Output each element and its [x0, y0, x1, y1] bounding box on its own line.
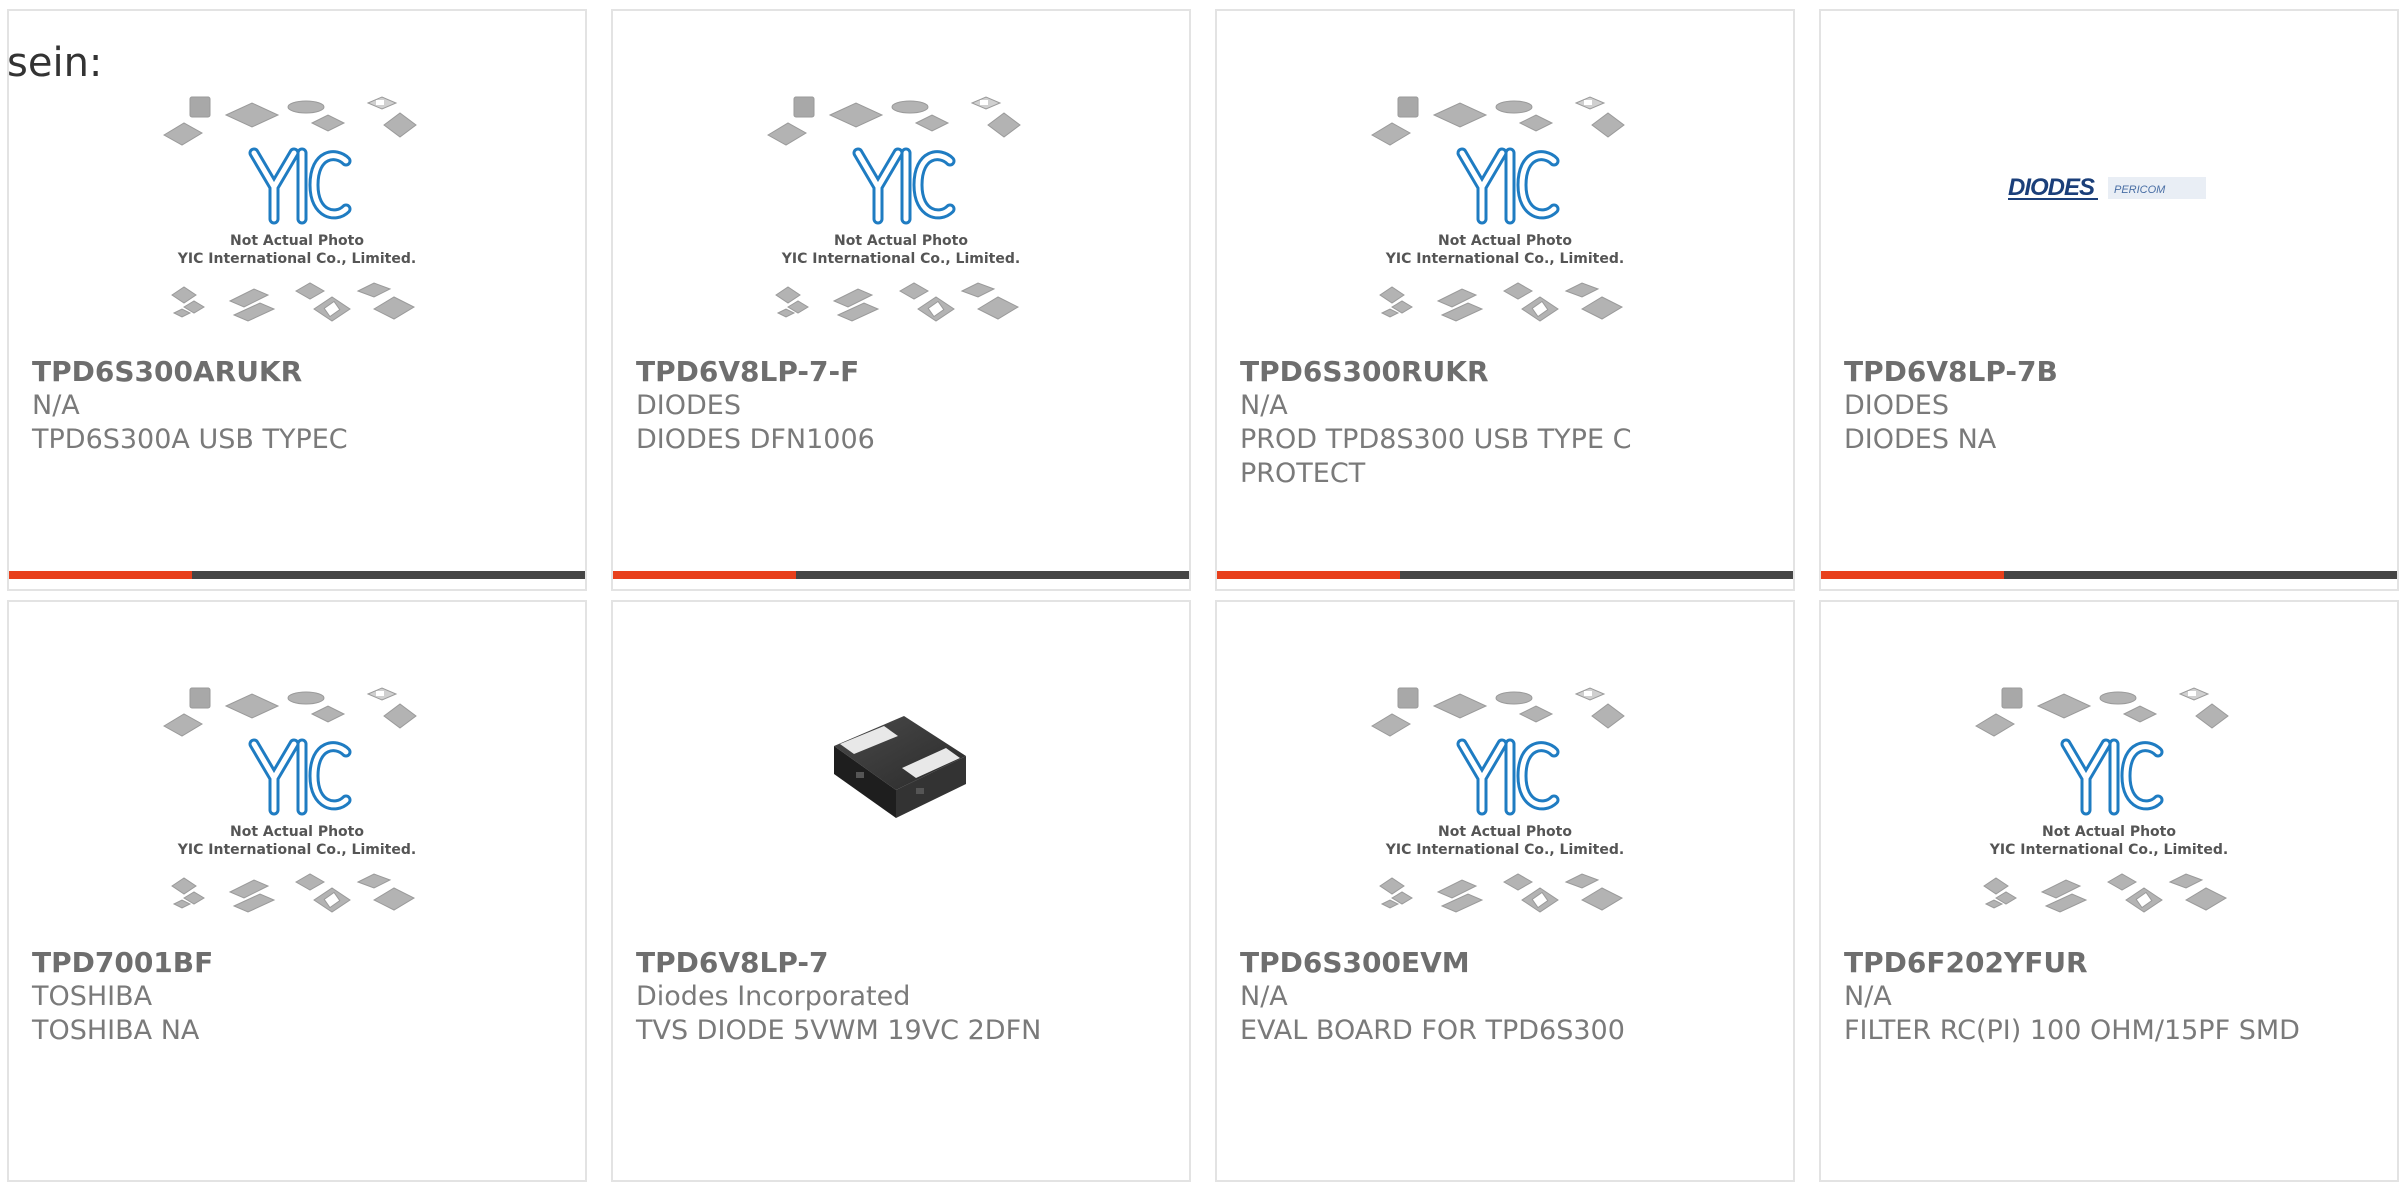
- product-image[interactable]: Not Actual Photo YIC International Co., …: [1217, 686, 1793, 946]
- product-info: TPD6V8LP-7B DIODES DIODES NA: [1844, 355, 2357, 457]
- not-actual-photo-placeholder: Not Actual Photo YIC International Co., …: [767, 96, 1021, 322]
- card-progress-accent: [1217, 571, 1400, 579]
- part-number-link[interactable]: TPD6S300ARUKR: [32, 355, 545, 389]
- svg-text:Not Actual Photo: Not Actual Photo: [2042, 824, 2176, 840]
- svg-text:Not Actual Photo: Not Actual Photo: [1438, 233, 1572, 249]
- not-actual-photo-placeholder: Not Actual Photo YIC International Co., …: [1371, 96, 1625, 322]
- svg-text:YIC International Co., Limited: YIC International Co., Limited.: [1385, 842, 1624, 858]
- product-card[interactable]: Not Actual Photo YIC International Co., …: [1819, 600, 2399, 1182]
- product-info: TPD6V8LP-7-F DIODES DIODES DFN1006: [636, 355, 1149, 457]
- product-image[interactable]: DIODES PERICOM: [1821, 95, 2397, 355]
- svg-text:Not Actual Photo: Not Actual Photo: [230, 824, 364, 840]
- product-info: TPD7001BF TOSHIBA TOSHIBA NA: [32, 946, 545, 1048]
- product-info: TPD6F202YFUR N/A FILTER RC(PI) 100 OHM/15P…: [1844, 946, 2357, 1048]
- part-number-link[interactable]: TPD6V8LP-7: [636, 946, 1149, 980]
- product-image[interactable]: [613, 686, 1189, 946]
- manufacturer: TOSHIBA: [32, 981, 153, 1012]
- svg-text:DIODES: DIODES: [2008, 174, 2095, 201]
- manufacturer: DIODES: [636, 390, 741, 421]
- part-number-link[interactable]: TPD6S300EVM: [1240, 946, 1753, 980]
- product-card[interactable]: Not Actual Photo YIC International Co., …: [1215, 600, 1795, 1182]
- svg-text:Not Actual Photo: Not Actual Photo: [230, 233, 364, 249]
- svg-text:Not Actual Photo: Not Actual Photo: [1438, 824, 1572, 840]
- product-description: PROD TPD8S300 USB TYPE C PROTECT: [1240, 424, 1632, 489]
- product-description: EVAL BOARD FOR TPD6S300: [1240, 1015, 1625, 1046]
- product-description: DIODES NA: [1844, 424, 1997, 455]
- product-card[interactable]: TPD6V8LP-7 Diodes Incorporated TVS DIODE 5…: [611, 600, 1191, 1182]
- svg-text:YIC International Co., Limited: YIC International Co., Limited.: [177, 842, 416, 858]
- svg-text:YIC International Co., Limited: YIC International Co., Limited.: [177, 251, 416, 267]
- diodes-pericom-logo: DIODES PERICOM: [2008, 174, 2206, 201]
- chip-photo: [834, 716, 966, 818]
- manufacturer: DIODES: [1844, 390, 1949, 421]
- part-number-link[interactable]: TPD6S300RUKR: [1240, 355, 1753, 389]
- card-progress-accent: [9, 571, 192, 579]
- card-progress-accent: [613, 571, 796, 579]
- card-progress-bar: [9, 571, 585, 579]
- not-actual-photo-placeholder: Not Actual Photo YIC International Co., …: [1371, 687, 1625, 913]
- svg-text:PERICOM: PERICOM: [2114, 184, 2166, 196]
- product-card[interactable]: Not Actual Photo YIC International Co., …: [1215, 9, 1795, 591]
- product-info: TPD6S300RUKR N/A PROD TPD8S300 USB TYPE C …: [1240, 355, 1753, 491]
- part-number-link[interactable]: TPD7001BF: [32, 946, 545, 980]
- product-image[interactable]: Not Actual Photo YIC International Co., …: [1217, 95, 1793, 355]
- card-progress-bar: [1217, 571, 1793, 579]
- product-card[interactable]: Not Actual Photo YIC International Co., …: [7, 9, 587, 591]
- svg-text:YIC International Co., Limited: YIC International Co., Limited.: [1989, 842, 2228, 858]
- intro-text: sein:: [7, 40, 103, 86]
- product-info: TPD6V8LP-7 Diodes Incorporated TVS DIODE 5…: [636, 946, 1149, 1048]
- product-grid: Not Actual Photo YIC International Co., …: [7, 9, 2400, 1182]
- product-image[interactable]: Not Actual Photo YIC International Co., …: [613, 95, 1189, 355]
- product-image[interactable]: Not Actual Photo YIC International Co., …: [9, 686, 585, 946]
- product-info: TPD6S300EVM N/A EVAL BOARD FOR TPD6S300: [1240, 946, 1753, 1048]
- product-card[interactable]: DIODES PERICOM TPD6V8LP-7B DIODES DIODES N…: [1819, 9, 2399, 591]
- manufacturer: N/A: [1240, 981, 1288, 1012]
- product-description: TVS DIODE 5VWM 19VC 2DFN: [636, 1015, 1042, 1046]
- manufacturer: N/A: [1844, 981, 1892, 1012]
- card-progress-bar: [1821, 571, 2397, 579]
- svg-text:YIC International Co., Limited: YIC International Co., Limited.: [1385, 251, 1624, 267]
- card-progress-accent: [1821, 571, 2004, 579]
- svg-text:Not Actual Photo: Not Actual Photo: [834, 233, 968, 249]
- product-description: DIODES DFN1006: [636, 424, 875, 455]
- product-card[interactable]: Not Actual Photo YIC International Co., …: [611, 9, 1191, 591]
- product-card[interactable]: Not Actual Photo YIC International Co., …: [7, 600, 587, 1182]
- product-image[interactable]: Not Actual Photo YIC International Co., …: [9, 95, 585, 355]
- not-actual-photo-placeholder: Not Actual Photo YIC International Co., …: [163, 687, 417, 913]
- product-description: TPD6S300A USB TYPEC: [32, 424, 348, 455]
- not-actual-photo-placeholder: Not Actual Photo YIC International Co., …: [163, 96, 417, 322]
- product-info: TPD6S300ARUKR N/A TPD6S300A USB TYPEC: [32, 355, 545, 457]
- svg-text:YIC International Co., Limited: YIC International Co., Limited.: [781, 251, 1020, 267]
- not-actual-photo-placeholder: Not Actual Photo YIC International Co., …: [1975, 687, 2229, 913]
- manufacturer: N/A: [1240, 390, 1288, 421]
- product-description: TOSHIBA NA: [32, 1015, 200, 1046]
- manufacturer: Diodes Incorporated: [636, 981, 911, 1012]
- part-number-link[interactable]: TPD6V8LP-7B: [1844, 355, 2357, 389]
- card-progress-bar: [613, 571, 1189, 579]
- product-description: FILTER RC(PI) 100 OHM/15PF SMD: [1844, 1015, 2300, 1046]
- part-number-link[interactable]: TPD6V8LP-7-F: [636, 355, 1149, 389]
- manufacturer: N/A: [32, 390, 80, 421]
- product-image[interactable]: Not Actual Photo YIC International Co., …: [1821, 686, 2397, 946]
- part-number-link[interactable]: TPD6F202YFUR: [1844, 946, 2357, 980]
